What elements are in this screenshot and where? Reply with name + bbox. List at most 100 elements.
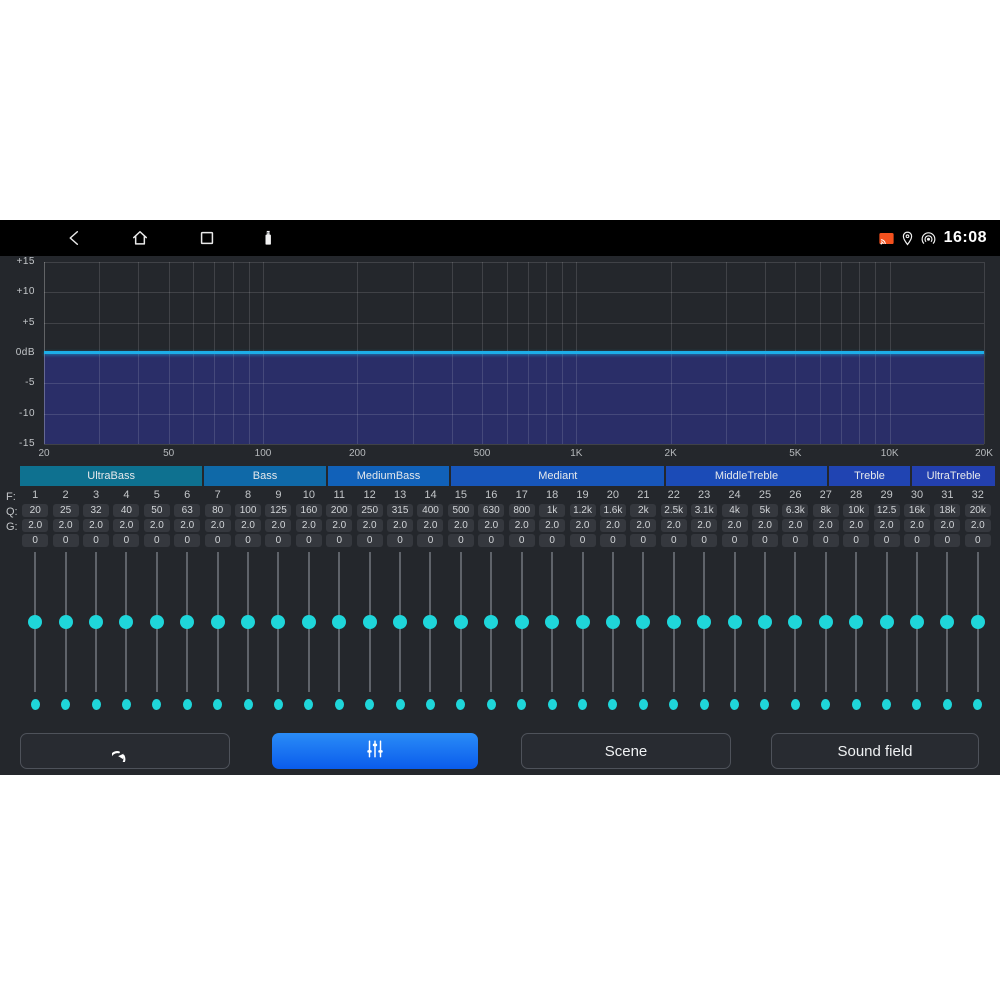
gain-value[interactable]: 0 xyxy=(235,534,261,547)
slider-handle[interactable] xyxy=(484,615,498,629)
frequency-value[interactable]: 4k xyxy=(722,504,748,517)
q-value[interactable]: 2.0 xyxy=(144,519,170,532)
q-value[interactable]: 2.0 xyxy=(904,519,930,532)
gain-value[interactable]: 0 xyxy=(661,534,687,547)
gain-slider[interactable] xyxy=(719,552,749,692)
gain-slider[interactable] xyxy=(750,552,780,692)
q-value[interactable]: 2.0 xyxy=(235,519,261,532)
q-value[interactable]: 2.0 xyxy=(965,519,991,532)
frequency-value[interactable]: 20 xyxy=(22,504,48,517)
slider-handle[interactable] xyxy=(211,615,225,629)
q-value[interactable]: 2.0 xyxy=(600,519,626,532)
frequency-value[interactable]: 125 xyxy=(265,504,291,517)
q-value[interactable]: 2.0 xyxy=(934,519,960,532)
slider-handle[interactable] xyxy=(89,615,103,629)
gain-slider[interactable] xyxy=(963,552,993,692)
slider-handle[interactable] xyxy=(454,615,468,629)
gain-slider[interactable] xyxy=(871,552,901,692)
slider-handle[interactable] xyxy=(180,615,194,629)
slider-handle[interactable] xyxy=(302,615,316,629)
frequency-value[interactable]: 800 xyxy=(509,504,535,517)
frequency-value[interactable]: 400 xyxy=(417,504,443,517)
q-value[interactable]: 2.0 xyxy=(22,519,48,532)
gain-slider[interactable] xyxy=(628,552,658,692)
frequency-value[interactable]: 3.1k xyxy=(691,504,717,517)
gain-slider[interactable] xyxy=(841,552,871,692)
slider-handle[interactable] xyxy=(576,615,590,629)
gain-slider[interactable] xyxy=(294,552,324,692)
frequency-value[interactable]: 20k xyxy=(965,504,991,517)
gain-slider[interactable] xyxy=(932,552,962,692)
frequency-value[interactable]: 200 xyxy=(326,504,352,517)
gain-value[interactable]: 0 xyxy=(417,534,443,547)
slider-handle[interactable] xyxy=(788,615,802,629)
frequency-value[interactable]: 2.5k xyxy=(661,504,687,517)
gain-value[interactable]: 0 xyxy=(144,534,170,547)
q-value[interactable]: 2.0 xyxy=(113,519,139,532)
band-segment-ultrabass[interactable]: UltraBass xyxy=(20,466,202,486)
slider-handle[interactable] xyxy=(393,615,407,629)
gain-slider[interactable] xyxy=(111,552,141,692)
recents-icon[interactable] xyxy=(197,228,217,248)
frequency-value[interactable]: 8k xyxy=(813,504,839,517)
gain-slider[interactable] xyxy=(233,552,263,692)
gain-slider[interactable] xyxy=(689,552,719,692)
slider-handle[interactable] xyxy=(59,615,73,629)
frequency-value[interactable]: 500 xyxy=(448,504,474,517)
slider-handle[interactable] xyxy=(606,615,620,629)
q-value[interactable]: 2.0 xyxy=(387,519,413,532)
gain-value[interactable]: 0 xyxy=(600,534,626,547)
frequency-value[interactable]: 1.2k xyxy=(570,504,596,517)
home-icon[interactable] xyxy=(130,228,150,248)
slider-handle[interactable] xyxy=(910,615,924,629)
q-value[interactable]: 2.0 xyxy=(296,519,322,532)
frequency-value[interactable]: 160 xyxy=(296,504,322,517)
gain-slider[interactable] xyxy=(263,552,293,692)
slider-handle[interactable] xyxy=(667,615,681,629)
gain-slider[interactable] xyxy=(780,552,810,692)
q-value[interactable]: 2.0 xyxy=(205,519,231,532)
gain-slider[interactable] xyxy=(324,552,354,692)
q-value[interactable]: 2.0 xyxy=(874,519,900,532)
q-value[interactable]: 2.0 xyxy=(691,519,717,532)
frequency-value[interactable]: 50 xyxy=(144,504,170,517)
gain-value[interactable]: 0 xyxy=(326,534,352,547)
q-value[interactable]: 2.0 xyxy=(357,519,383,532)
q-value[interactable]: 2.0 xyxy=(83,519,109,532)
gain-slider[interactable] xyxy=(81,552,111,692)
q-value[interactable]: 2.0 xyxy=(326,519,352,532)
gain-slider[interactable] xyxy=(902,552,932,692)
gain-value[interactable]: 0 xyxy=(813,534,839,547)
band-segment-ultratreble[interactable]: UltraTreble xyxy=(912,466,995,486)
gain-value[interactable]: 0 xyxy=(965,534,991,547)
frequency-value[interactable]: 10k xyxy=(843,504,869,517)
q-value[interactable]: 2.0 xyxy=(509,519,535,532)
q-value[interactable]: 2.0 xyxy=(722,519,748,532)
equalizer-tab-button[interactable] xyxy=(272,733,478,769)
q-value[interactable]: 2.0 xyxy=(448,519,474,532)
slider-handle[interactable] xyxy=(119,615,133,629)
gain-slider[interactable] xyxy=(202,552,232,692)
gain-value[interactable]: 0 xyxy=(630,534,656,547)
gain-value[interactable]: 0 xyxy=(205,534,231,547)
gain-slider[interactable] xyxy=(537,552,567,692)
gain-value[interactable]: 0 xyxy=(874,534,900,547)
frequency-value[interactable]: 25 xyxy=(53,504,79,517)
gain-slider[interactable] xyxy=(598,552,628,692)
gain-value[interactable]: 0 xyxy=(570,534,596,547)
gain-value[interactable]: 0 xyxy=(296,534,322,547)
gain-slider[interactable] xyxy=(507,552,537,692)
sound-field-button[interactable]: Sound field xyxy=(771,733,979,769)
slider-handle[interactable] xyxy=(150,615,164,629)
slider-handle[interactable] xyxy=(880,615,894,629)
gain-slider[interactable] xyxy=(659,552,689,692)
frequency-value[interactable]: 2k xyxy=(630,504,656,517)
gain-value[interactable]: 0 xyxy=(265,534,291,547)
slider-handle[interactable] xyxy=(515,615,529,629)
gain-value[interactable]: 0 xyxy=(691,534,717,547)
gain-value[interactable]: 0 xyxy=(904,534,930,547)
gain-value[interactable]: 0 xyxy=(782,534,808,547)
q-value[interactable]: 2.0 xyxy=(53,519,79,532)
frequency-value[interactable]: 80 xyxy=(205,504,231,517)
q-value[interactable]: 2.0 xyxy=(782,519,808,532)
